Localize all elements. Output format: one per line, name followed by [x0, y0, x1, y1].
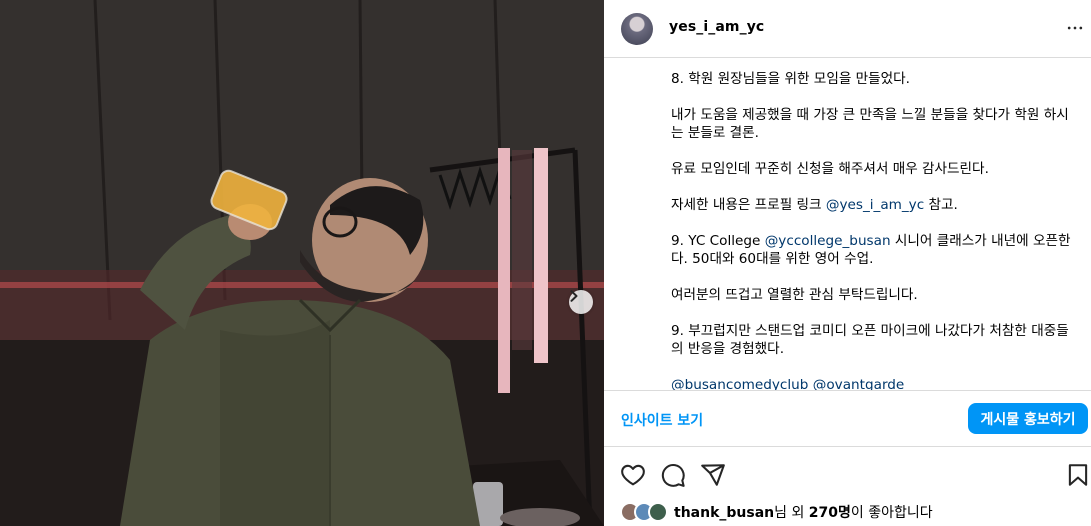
caption-paragraph: 9. YC College @yccollege_busan 시니어 클래스가 …	[671, 232, 1073, 268]
caption-text-span: 여러분의 뜨겁고 열렬한 관심 부탁드립니다.	[671, 287, 918, 303]
promo-bar: 인사이트 보기 게시물 홍보하기	[604, 391, 1091, 447]
likes-text: thank_busan님 외 270명이 좋아합니다	[674, 502, 933, 522]
comment-icon[interactable]	[660, 462, 686, 488]
caption-paragraph: 유료 모임인데 꾸준히 신청을 해주셔서 매우 감사드린다.	[671, 160, 1073, 178]
caption-paragraph: 여러분의 뜨겁고 열렬한 관심 부탁드립니다.	[671, 286, 1073, 304]
caption-paragraph: 자세한 내용은 프로필 링크 @yes_i_am_yc 참고.	[671, 196, 1073, 214]
liker-username-link[interactable]: thank_busan	[674, 505, 774, 521]
post-header: yes_i_am_yc	[604, 0, 1091, 58]
action-bar	[604, 447, 1091, 499]
likes-tail-text: 이 좋아합니다	[850, 505, 933, 521]
mention-link[interactable]: @busancomedyclub	[671, 377, 808, 390]
photo-illustration	[0, 0, 604, 526]
caption-paragraph: 9. 부끄럽지만 스탠드업 코미디 오픈 마이크에 나갔다가 처참한 대중들의 …	[671, 322, 1073, 358]
caption-paragraph: @busancomedyclub @ovantgarde	[671, 376, 1073, 390]
view-insights-link[interactable]: 인사이트 보기	[621, 410, 703, 430]
caption-text-span: 9. YC College	[671, 233, 765, 249]
chevron-right-icon	[570, 290, 578, 302]
avatar[interactable]	[621, 13, 653, 45]
avatar[interactable]	[648, 502, 668, 522]
post-side-panel: yes_i_am_yc 8. 학원 원장님들을 위한 모임을 만들었다. 내가 도…	[604, 0, 1091, 526]
caption-paragraph: 8. 학원 원장님들을 위한 모임을 만들었다.	[671, 70, 1073, 88]
caption-text-span: 8. 학원 원장님들을 위한 모임을 만들었다.	[671, 71, 910, 87]
more-horizontal-icon[interactable]	[1065, 18, 1085, 38]
caption-paragraph: 내가 도움을 제공했을 때 가장 큰 만족을 느낄 분들을 찾다가 학원 하시는…	[671, 106, 1073, 142]
next-photo-button[interactable]	[569, 290, 593, 314]
likes-mid-text: 님 외	[774, 505, 809, 521]
likes-summary: thank_busan님 외 270명이 좋아합니다	[620, 500, 933, 524]
caption-text-span: 유료 모임인데 꾸준히 신청을 해주셔서 매우 감사드린다.	[671, 161, 989, 177]
caption-text-span: 9. 부끄럽지만 스탠드업 코미디 오픈 마이크에 나갔다가 처참한 대중들의 …	[671, 323, 1069, 357]
caption-text-span: 내가 도움을 제공했을 때 가장 큰 만족을 느낄 분들을 찾다가 학원 하시는…	[671, 107, 1069, 141]
caption-text-span: 자세한 내용은 프로필 링크	[671, 197, 826, 213]
likes-count-link[interactable]: 270명	[809, 505, 851, 521]
post-photo	[0, 0, 604, 526]
caption-scroll-area[interactable]: 8. 학원 원장님들을 위한 모임을 만들었다. 내가 도움을 제공했을 때 가장…	[604, 58, 1091, 391]
mention-link[interactable]: @ovantgarde	[813, 377, 905, 390]
mention-link[interactable]: @yes_i_am_yc	[826, 197, 924, 213]
heart-icon[interactable]	[620, 462, 646, 488]
caption-text-span: 참고.	[924, 197, 958, 213]
mention-link[interactable]: @yccollege_busan	[765, 233, 891, 249]
bookmark-icon[interactable]	[1065, 462, 1091, 488]
boost-post-button[interactable]: 게시물 홍보하기	[968, 403, 1088, 434]
share-icon[interactable]	[700, 462, 726, 488]
caption-text: 8. 학원 원장님들을 위한 모임을 만들었다. 내가 도움을 제공했을 때 가장…	[671, 70, 1073, 390]
username-link[interactable]: yes_i_am_yc	[669, 19, 764, 35]
